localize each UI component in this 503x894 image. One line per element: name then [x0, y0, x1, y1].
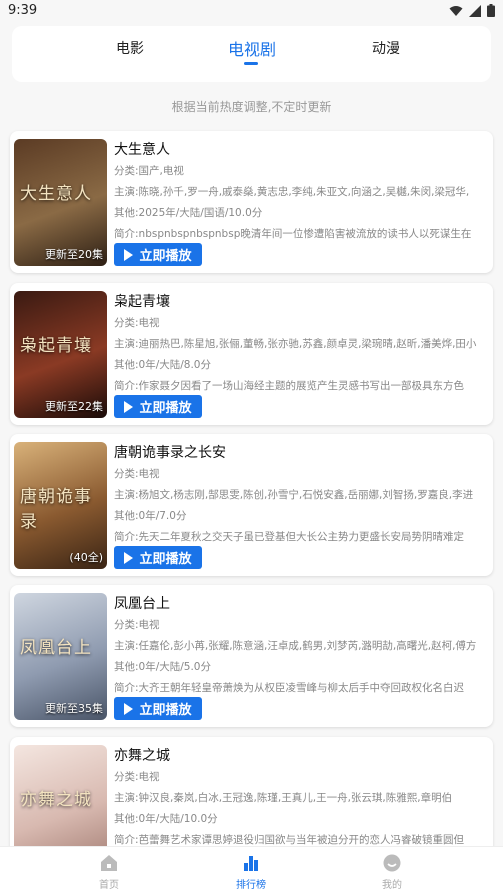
show-title[interactable]: 枭起青壤 [114, 291, 486, 313]
show-category: 分类:电视 [114, 468, 160, 480]
play-now-button[interactable]: 立即播放 [114, 243, 202, 266]
show-category: 分类:电视 [114, 619, 160, 631]
status-time: 9:39 [8, 3, 38, 18]
tab-anime[interactable]: 动漫 [346, 38, 426, 58]
show-synopsis: 简介:作家聂夕因看了一场山海经主题的展览产生灵感书写出一部极具东方色 [114, 380, 465, 392]
poster-title: 大生意人 [20, 184, 92, 204]
show-other-info: 其他:0年/7.0分 [114, 510, 187, 522]
poster-image[interactable]: 枭起青壤 更新至22集 [14, 291, 107, 418]
show-title[interactable]: 大生意人 [114, 139, 486, 161]
show-category: 分类:国产,电视 [114, 165, 184, 177]
show-category: 分类:电视 [114, 771, 160, 783]
nav-profile-label: 我的 [382, 880, 402, 891]
wifi-icon [449, 5, 463, 16]
smiley-icon [383, 854, 401, 872]
show-synopsis: 简介:大齐王朝年轻皇帝萧焕为从权臣凌雪峰与柳太后手中夺回政权化名白迟 [114, 682, 465, 694]
play-button-label: 立即播放 [139, 401, 192, 416]
show-category: 分类:电视 [114, 317, 160, 329]
show-synopsis: 简介:nbspnbspnbspnbsp晚清年间一位惨遭陷害被流放的读书人以死谋生… [114, 228, 472, 240]
show-other-info: 其他:2025年/大陆/国语/10.0分 [114, 207, 263, 219]
show-title[interactable]: 亦舞之城 [114, 745, 486, 767]
nav-ranking-label: 排行榜 [236, 880, 266, 891]
show-title[interactable]: 唐朝诡事录之长安 [114, 442, 486, 464]
show-synopsis: 简介:先天二年夏秋之交天子虽已登基但大长公主势力更盛长安局势阴晴难定 [114, 531, 465, 543]
show-cast: 主演:杨旭文,杨志刚,郜思雯,陈创,孙雪宁,石悦安鑫,岳丽娜,刘智扬,罗嘉良,李… [114, 489, 474, 501]
play-icon [124, 248, 134, 261]
show-cast: 主演:迪丽热巴,陈星旭,张俪,董畅,张亦驰,苏鑫,颜卓灵,梁琬晴,赵昕,潘美烨,… [114, 338, 477, 350]
status-bar: 9:39 [0, 0, 503, 24]
episode-status: 更新至22集 [45, 400, 103, 413]
poster-title: 凤凰台上 [20, 638, 92, 658]
nav-ranking[interactable]: 排行榜 [211, 853, 291, 891]
play-button-label: 立即播放 [139, 703, 192, 718]
status-icons [449, 4, 495, 17]
play-now-button[interactable]: 立即播放 [114, 395, 202, 418]
show-title[interactable]: 凤凰台上 [114, 593, 486, 615]
bottom-nav: 首页 排行榜 我的 [0, 846, 503, 894]
active-tab-indicator [244, 62, 258, 65]
show-card[interactable]: 凤凰台上 更新至35集 凤凰台上 分类:电视 主演:任嘉伦,彭小苒,张耀,陈意涵… [10, 585, 493, 727]
poster-title: 枭起青壤 [20, 336, 92, 356]
home-icon [101, 855, 117, 871]
play-now-button[interactable]: 立即播放 [114, 546, 202, 569]
show-cast: 主演:陈晓,孙千,罗一舟,戚泰燊,黄志忠,李纯,朱亚文,向涵之,吴樾,朱闵,梁冠… [114, 186, 470, 198]
play-icon [124, 702, 134, 715]
episode-status: 更新至35集 [45, 702, 103, 715]
show-card[interactable]: 大生意人 更新至20集 大生意人 分类:国产,电视 主演:陈晓,孙千,罗一舟,戚… [10, 131, 493, 273]
battery-icon [487, 4, 495, 17]
tab-movies[interactable]: 电影 [90, 38, 170, 58]
category-tabs: 电影 电视剧 动漫 [12, 26, 491, 82]
bar-chart-icon [244, 856, 258, 871]
signal-icon [469, 4, 481, 17]
poster-image[interactable]: 大生意人 更新至20集 [14, 139, 107, 266]
poster-title: 唐朝诡事录 [20, 487, 92, 532]
show-other-info: 其他:0年/大陆/5.0分 [114, 661, 211, 673]
play-button-label: 立即播放 [139, 249, 192, 264]
play-icon [124, 551, 134, 564]
show-card[interactable]: 唐朝诡事录 (40全) 唐朝诡事录之长安 分类:电视 主演:杨旭文,杨志刚,郜思… [10, 434, 493, 576]
episode-status: (40全) [69, 551, 103, 564]
show-other-info: 其他:0年/大陆/8.0分 [114, 359, 211, 371]
episode-status: 更新至20集 [45, 248, 103, 261]
play-button-label: 立即播放 [139, 552, 192, 567]
update-notice: 根据当前热度调整,不定时更新 [171, 100, 332, 114]
poster-image[interactable]: 凤凰台上 更新至35集 [14, 593, 107, 720]
tab-tv-series[interactable]: 电视剧 [212, 36, 292, 60]
play-now-button[interactable]: 立即播放 [114, 697, 202, 720]
show-other-info: 其他:0年/大陆/10.0分 [114, 813, 218, 825]
poster-image[interactable]: 唐朝诡事录 (40全) [14, 442, 107, 569]
nav-home-label: 首页 [99, 880, 119, 891]
show-cast: 主演:任嘉伦,彭小苒,张耀,陈意涵,汪卓成,鹤男,刘梦芮,潞明劼,高曙光,赵柯,… [114, 640, 477, 652]
show-card[interactable]: 枭起青壤 更新至22集 枭起青壤 分类:电视 主演:迪丽热巴,陈星旭,张俪,董畅… [10, 283, 493, 425]
show-cast: 主演:钟汉良,秦岚,白冰,王冠逸,陈瑾,王真儿,王一舟,张云琪,陈雅熙,章明伯 [114, 792, 453, 804]
nav-profile[interactable]: 我的 [352, 853, 432, 891]
nav-home[interactable]: 首页 [69, 853, 149, 891]
play-icon [124, 400, 134, 413]
poster-title: 亦舞之城 [20, 790, 92, 810]
